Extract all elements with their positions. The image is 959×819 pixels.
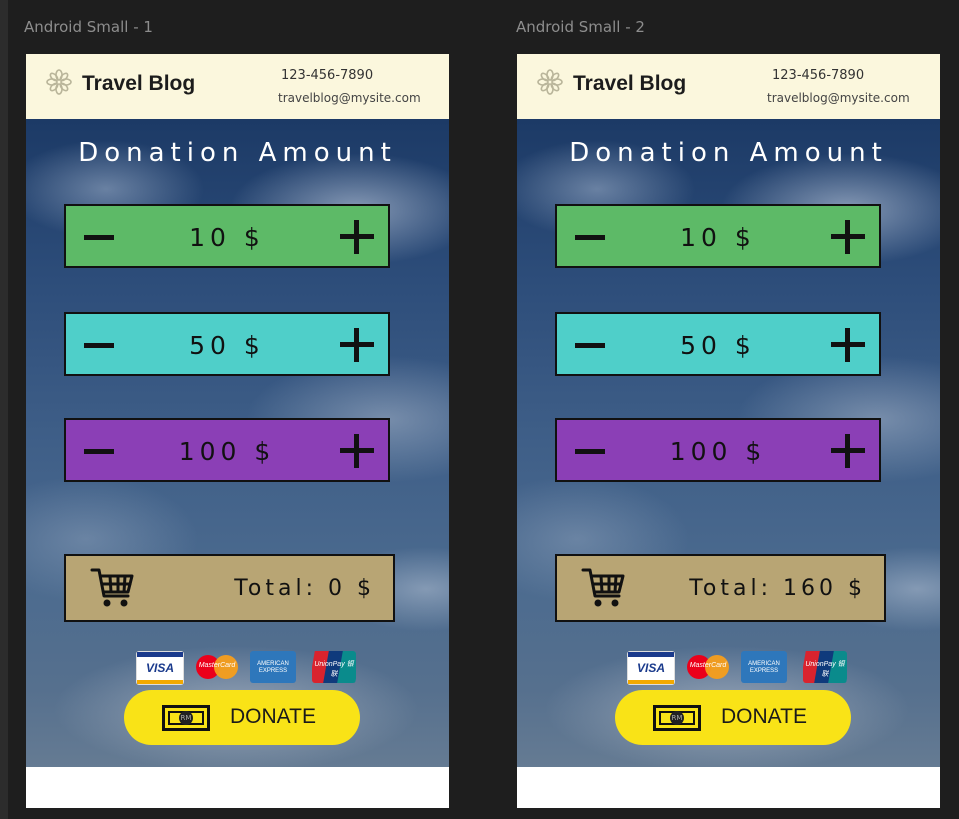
header-phone: 123-456-7890 bbox=[772, 68, 865, 83]
plus-icon[interactable] bbox=[831, 220, 865, 254]
donate-button[interactable]: RM DONATE bbox=[615, 690, 851, 745]
total-box: Total: 160 $ bbox=[555, 554, 886, 622]
frame-label-2[interactable]: Android Small - 2 bbox=[516, 18, 645, 36]
donate-label: DONATE bbox=[230, 705, 316, 728]
stepper-50: 50 $ bbox=[64, 312, 390, 376]
unionpay-card-icon: UnionPay 银联 bbox=[312, 651, 356, 683]
total-text: Total: 0 $ bbox=[234, 576, 375, 601]
payment-cards: VISA MasterCard AMERICAN EXPRESS UnionPa… bbox=[627, 651, 857, 685]
stepper-10: 10 $ bbox=[64, 204, 390, 268]
shopping-cart-icon[interactable] bbox=[90, 566, 136, 610]
plus-icon[interactable] bbox=[340, 328, 374, 362]
mastercard-icon: MasterCard bbox=[194, 651, 240, 683]
total-text: Total: 160 $ bbox=[689, 576, 866, 601]
amex-card-icon: AMERICAN EXPRESS bbox=[741, 651, 787, 683]
header-email: travelblog@mysite.com bbox=[278, 91, 421, 105]
donation-title: Donation Amount bbox=[569, 138, 888, 168]
visa-card-icon: VISA bbox=[627, 651, 675, 685]
brand-title[interactable]: Travel Blog bbox=[82, 72, 195, 96]
stepper-10: 10 $ bbox=[555, 204, 881, 268]
donate-button[interactable]: RM DONATE bbox=[124, 690, 360, 745]
cash-note-icon: RM bbox=[653, 705, 701, 731]
header-phone: 123-456-7890 bbox=[281, 68, 374, 83]
canvas-edge bbox=[0, 0, 8, 819]
amex-card-icon: AMERICAN EXPRESS bbox=[250, 651, 296, 683]
donate-label: DONATE bbox=[721, 705, 807, 728]
brand-title[interactable]: Travel Blog bbox=[573, 72, 686, 96]
unionpay-card-icon: UnionPay 银联 bbox=[803, 651, 847, 683]
payment-cards: VISA MasterCard AMERICAN EXPRESS UnionPa… bbox=[136, 651, 366, 685]
cash-note-icon: RM bbox=[162, 705, 210, 731]
plus-icon[interactable] bbox=[831, 434, 865, 468]
site-header: Travel Blog 123-456-7890 travelblog@mysi… bbox=[517, 54, 940, 119]
stepper-50: 50 $ bbox=[555, 312, 881, 376]
visa-card-icon: VISA bbox=[136, 651, 184, 685]
header-email: travelblog@mysite.com bbox=[767, 91, 910, 105]
mastercard-icon: MasterCard bbox=[685, 651, 731, 683]
flower-logo-icon bbox=[46, 69, 72, 95]
stepper-100: 100 $ bbox=[555, 418, 881, 482]
donation-title: Donation Amount bbox=[78, 138, 397, 168]
stepper-100: 100 $ bbox=[64, 418, 390, 482]
total-box: Total: 0 $ bbox=[64, 554, 395, 622]
site-header: Travel Blog 123-456-7890 travelblog@mysi… bbox=[26, 54, 449, 119]
plus-icon[interactable] bbox=[340, 220, 374, 254]
frame-label-1[interactable]: Android Small - 1 bbox=[24, 18, 153, 36]
plus-icon[interactable] bbox=[340, 434, 374, 468]
android-frame-2: Travel Blog 123-456-7890 travelblog@mysi… bbox=[517, 54, 940, 808]
android-frame-1: Travel Blog 123-456-7890 travelblog@mysi… bbox=[26, 54, 449, 808]
shopping-cart-icon[interactable] bbox=[581, 566, 627, 610]
plus-icon[interactable] bbox=[831, 328, 865, 362]
flower-logo-icon bbox=[537, 69, 563, 95]
